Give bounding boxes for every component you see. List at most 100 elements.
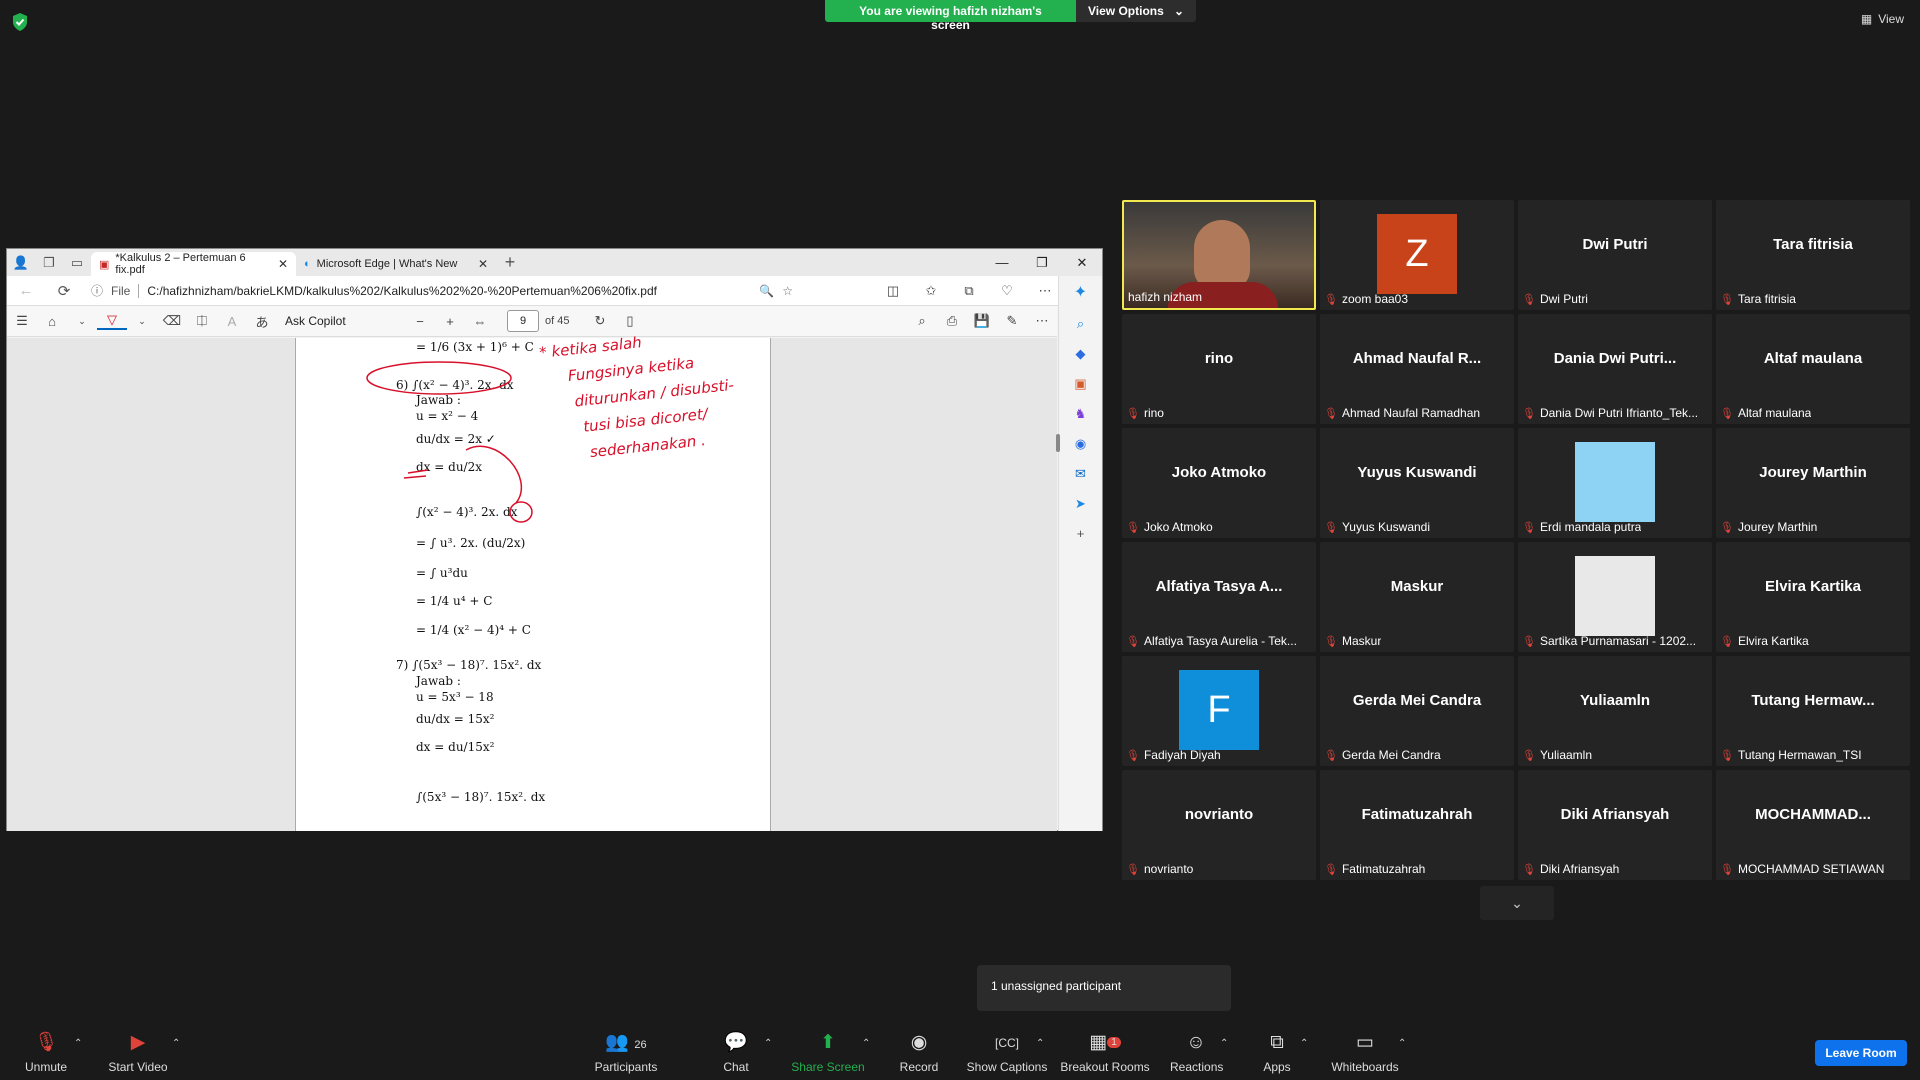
address-field[interactable]: ⓘ File C:/hafizhnizham/bakrieLKMD/kalkul… <box>83 279 803 303</box>
workspaces-icon[interactable]: ❐ <box>35 252 63 274</box>
participant-tile[interactable]: Z 🎙︎ zoom baa03 <box>1320 200 1514 310</box>
participant-tile[interactable]: Dwi Putri 🎙︎ Dwi Putri <box>1518 200 1712 310</box>
zoom-in-icon[interactable]: + <box>435 314 465 329</box>
view-button[interactable]: ▦ View <box>1861 12 1904 26</box>
participant-tile[interactable]: F 🎙︎ Fadiyah Diyah <box>1122 656 1316 766</box>
pdf-viewer[interactable]: = 1/6 (3x + 1)⁶ + C 6) ∫(x² − 4)³. 2x. d… <box>7 333 1060 831</box>
participants-button[interactable]: 👥 26 Participants <box>590 1032 662 1074</box>
text-size-icon[interactable]: A <box>217 314 247 329</box>
next-page-button[interactable]: ⌄ <box>1480 886 1554 920</box>
contents-icon[interactable]: ☰ <box>7 313 37 329</box>
tab-edge-whats-new[interactable]: ◐ Microsoft Edge | What's New ✕ <box>296 252 496 276</box>
microsoft365-icon[interactable]: ◉ <box>1075 436 1086 452</box>
participant-tile[interactable]: Yuliaamln 🎙︎ Yuliaamln <box>1518 656 1712 766</box>
participant-tile[interactable]: hafizh nizham <box>1122 200 1316 310</box>
record-button[interactable]: ◉ Record <box>896 1032 942 1074</box>
participant-tile[interactable]: Altaf maulana 🎙︎ Altaf maulana <box>1716 314 1910 424</box>
close-tab-icon[interactable]: ✕ <box>278 257 288 271</box>
participant-tile[interactable]: Jourey Marthin 🎙︎ Jourey Marthin <box>1716 428 1910 538</box>
save-as-icon[interactable]: ✎ <box>997 313 1027 329</box>
add-icon[interactable]: + <box>1077 526 1085 541</box>
favorite-star-icon[interactable]: ☆ <box>782 284 793 298</box>
chevron-down-icon[interactable]: ⌄ <box>67 316 97 327</box>
leave-room-button[interactable]: Leave Room <box>1815 1040 1907 1066</box>
more-icon[interactable]: ⋯ <box>1027 313 1057 329</box>
outlook-icon[interactable]: ✉ <box>1075 466 1086 482</box>
participant-tile[interactable]: MOCHAMMAD... 🎙︎ MOCHAMMAD SETIAWAN <box>1716 770 1910 880</box>
tab-actions-icon[interactable]: ▭ <box>63 252 91 274</box>
chevron-up-icon[interactable]: ⌃ <box>1398 1038 1406 1049</box>
chevron-up-icon[interactable]: ⌃ <box>74 1038 82 1049</box>
start-video-button[interactable]: ▶︎ Start Video <box>106 1032 170 1074</box>
chevron-down-icon[interactable]: ⌄ <box>127 316 157 327</box>
text-box-icon[interactable]: ⎅ <box>187 313 217 329</box>
whiteboards-button[interactable]: ▭ Whiteboards <box>1330 1032 1400 1074</box>
chevron-up-icon[interactable]: ⌃ <box>764 1038 772 1049</box>
page-number-input[interactable]: 9 <box>507 310 539 332</box>
eraser-icon[interactable]: ⌫ <box>157 313 187 329</box>
pdf-scrollbar[interactable] <box>1055 338 1061 831</box>
participant-tile[interactable]: Maskur 🎙︎ Maskur <box>1320 542 1514 652</box>
chevron-up-icon[interactable]: ⌃ <box>1300 1038 1308 1049</box>
print-icon[interactable]: ⎙ <box>937 313 967 329</box>
share-screen-button[interactable]: ⬆ Share Screen <box>790 1032 866 1074</box>
zoom-out-icon[interactable]: − <box>405 314 435 329</box>
participant-tile[interactable]: Fatimatuzahrah 🎙︎ Fatimatuzahrah <box>1320 770 1514 880</box>
browser-essentials-icon[interactable]: ♡ <box>988 283 1026 299</box>
scrollbar-thumb[interactable] <box>1056 434 1060 452</box>
fit-width-icon[interactable]: ⇔ <box>465 314 495 329</box>
participant-tile[interactable]: Yuyus Kuswandi 🎙︎ Yuyus Kuswandi <box>1320 428 1514 538</box>
close-tab-icon[interactable]: ✕ <box>478 257 488 271</box>
participant-tile[interactable]: Gerda Mei Candra 🎙︎ Gerda Mei Candra <box>1320 656 1514 766</box>
participant-tile[interactable]: rino 🎙︎ rino <box>1122 314 1316 424</box>
chat-button[interactable]: 💬 Chat <box>716 1032 756 1074</box>
chevron-up-icon[interactable]: ⌃ <box>1220 1038 1228 1049</box>
page-view-icon[interactable]: ▯ <box>615 313 645 329</box>
rotate-icon[interactable]: ↻ <box>585 313 615 329</box>
unmute-button[interactable]: 🎙︎ Unmute <box>20 1032 72 1074</box>
copilot-icon[interactable]: ✦ <box>1074 282 1087 302</box>
draw-icon[interactable]: ▽ <box>97 312 127 330</box>
breakout-rooms-button[interactable]: ▦ 1 Breakout Rooms <box>1060 1032 1150 1074</box>
translate-icon[interactable]: あ <box>247 312 277 331</box>
unassigned-notice[interactable]: 1 unassigned participant <box>977 965 1231 1011</box>
participant-tile[interactable]: Tutang Hermaw... 🎙︎ Tutang Hermawan_TSI <box>1716 656 1910 766</box>
favorites-icon[interactable]: ✩ <box>912 283 950 299</box>
participant-tile[interactable]: novrianto 🎙︎ novrianto <box>1122 770 1316 880</box>
search-icon[interactable]: ⌕ <box>1077 316 1084 332</box>
back-icon[interactable]: ← <box>7 282 45 299</box>
collections-icon[interactable]: ⧉ <box>950 283 988 299</box>
participant-tile[interactable]: Dania Dwi Putri... 🎙︎ Dania Dwi Putri Ifri… <box>1518 314 1712 424</box>
save-icon[interactable]: 💾 <box>967 313 997 329</box>
profile-icon[interactable]: 👤 <box>7 252 35 274</box>
send-icon[interactable]: ➤ <box>1075 496 1086 512</box>
shopping-icon[interactable]: ◆ <box>1076 346 1086 362</box>
view-options-button[interactable]: View Options ⌄ <box>1076 0 1196 22</box>
tab-pdf[interactable]: ▣ *Kalkulus 2 – Pertemuan 6 fix.pdf ✕ <box>91 252 296 276</box>
new-tab-icon[interactable]: + <box>496 252 524 274</box>
split-screen-icon[interactable]: ◫ <box>874 283 912 299</box>
refresh-icon[interactable]: ⟳ <box>45 282 83 300</box>
close-window-icon[interactable]: ✕ <box>1062 255 1102 271</box>
chevron-up-icon[interactable]: ⌃ <box>172 1038 180 1049</box>
highlight-icon[interactable]: ⌂ <box>37 314 67 329</box>
participant-tile[interactable]: Tara fitrisia 🎙︎ Tara fitrisia <box>1716 200 1910 310</box>
restore-icon[interactable]: ❐ <box>1022 255 1062 271</box>
participant-tile[interactable]: Alfatiya Tasya A... 🎙︎ Alfatiya Tasya Aure… <box>1122 542 1316 652</box>
participant-tile[interactable]: Ahmad Naufal R... 🎙︎ Ahmad Naufal Ramadhan <box>1320 314 1514 424</box>
chevron-up-icon[interactable]: ⌃ <box>862 1038 870 1049</box>
participant-tile[interactable]: 🎙︎ Erdi mandala putra <box>1518 428 1712 538</box>
tools-icon[interactable]: ▣ <box>1074 376 1086 392</box>
search-icon[interactable]: ⌕ <box>907 313 937 329</box>
games-icon[interactable]: ♞ <box>1075 406 1087 422</box>
zoom-icon[interactable]: 🔍 <box>759 284 774 298</box>
apps-button[interactable]: ⧉ Apps <box>1260 1032 1294 1074</box>
ask-copilot-button[interactable]: Ask Copilot <box>285 314 405 328</box>
participant-tile[interactable]: Joko Atmoko 🎙︎ Joko Atmoko <box>1122 428 1316 538</box>
participant-tile[interactable]: 🎙︎ Sartika Purnamasari - 1202... <box>1518 542 1712 652</box>
shield-icon[interactable] <box>10 12 30 32</box>
minimize-icon[interactable]: — <box>982 255 1022 271</box>
participant-tile[interactable]: Elvira Kartika 🎙︎ Elvira Kartika <box>1716 542 1910 652</box>
participant-tile[interactable]: Diki Afriansyah 🎙︎ Diki Afriansyah <box>1518 770 1712 880</box>
reactions-button[interactable]: ☺ Reactions <box>1170 1032 1223 1074</box>
